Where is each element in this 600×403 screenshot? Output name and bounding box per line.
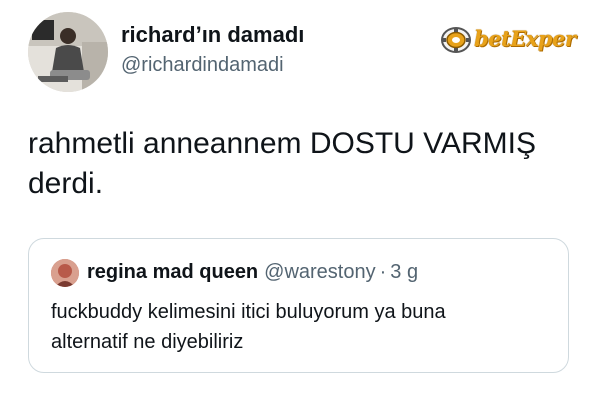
quoted-tweet-text-line: alternatif ne diyebiliriz	[51, 331, 244, 353]
quoted-author-display-name[interactable]: regina mad queen	[87, 261, 258, 283]
quoted-author-handle[interactable]: @warestony	[264, 261, 375, 283]
quoted-tweet-card[interactable]: regina mad queen @warestony · 3 g fuckbuddy…	[28, 238, 569, 373]
quoted-tweet-header: regina mad queen @warestony · 3 g	[87, 261, 418, 284]
quoted-tweet-text-line: fuckbuddy kelimesini itici buluyorum ya …	[51, 301, 446, 323]
quoted-author-avatar-photo	[51, 259, 79, 287]
chip-coin-icon	[441, 27, 471, 53]
quoted-tweet-separator: ·	[379, 261, 387, 283]
author-avatar-photo	[28, 12, 108, 92]
tweet-text-line: derdi.	[28, 167, 104, 200]
quoted-tweet-text: fuckbuddy kelimesini itici buluyorum ya …	[51, 297, 551, 357]
quoted-author-avatar[interactable]	[51, 259, 79, 287]
quoted-tweet-timestamp[interactable]: 3 g	[390, 261, 418, 283]
author-display-name[interactable]: richard’ın damadı	[121, 22, 304, 48]
tweet-card: richard’ın damadı @richardindamadi betEx…	[0, 0, 600, 403]
author-avatar[interactable]	[28, 12, 108, 92]
watermark-brand-text: betExper	[474, 26, 576, 51]
watermark: betExper	[440, 22, 580, 62]
tweet-text-line: rahmetli anneannem DOSTU VARMIŞ	[28, 127, 536, 160]
author-handle[interactable]: @richardindamadi	[121, 54, 284, 77]
tweet-text: rahmetli anneannem DOSTU VARMIŞ derdi.	[28, 124, 588, 204]
